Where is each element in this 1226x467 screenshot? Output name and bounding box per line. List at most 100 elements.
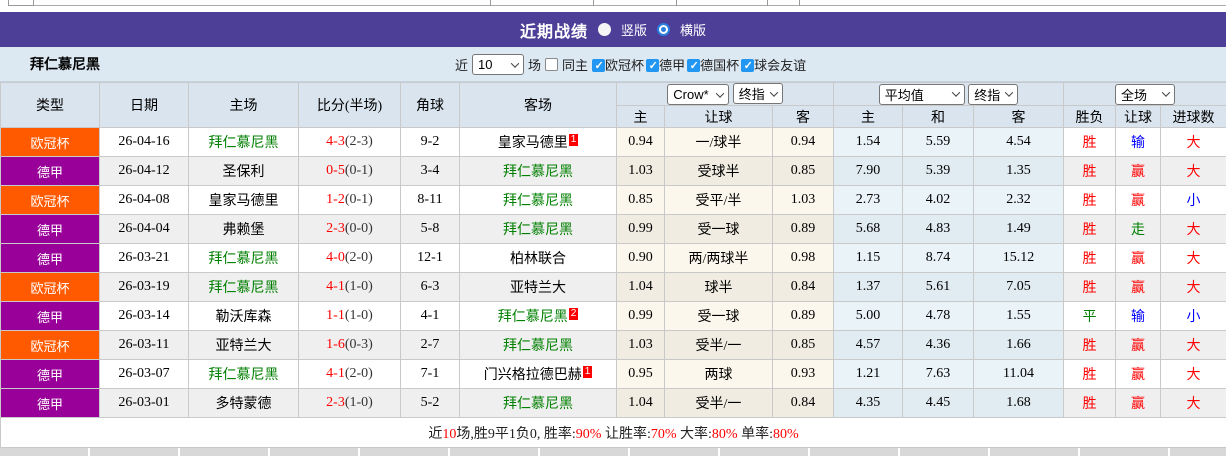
near-label: 近 (455, 58, 469, 73)
avg-source-value: 平均值 (884, 87, 924, 103)
away-team[interactable]: 拜仁慕尼黑 (498, 310, 568, 325)
away-team[interactable]: 拜仁慕尼黑 (503, 165, 573, 180)
match-score: 4-3(2-3) (298, 127, 401, 157)
home-team[interactable]: 勒沃库森 (216, 310, 272, 325)
match-count-value: 10 (478, 57, 493, 72)
odds-stage-select[interactable]: 终指 (732, 83, 783, 104)
home-team[interactable]: 拜仁慕尼黑 (209, 136, 279, 151)
table-row: 德甲 26-03-21 拜仁慕尼黑 4-0(2-0) 12-1 柏林联合 0.90 两/两球半… (0, 243, 1226, 273)
odds-handicap: 受一球 (664, 301, 773, 331)
league-checkbox-2[interactable] (687, 59, 701, 72)
league-badge: 德甲 (0, 359, 100, 389)
league-checkbox-label[interactable]: 欧冠杯 (605, 58, 644, 73)
home-team[interactable]: 多特蒙德 (216, 397, 272, 412)
home-team[interactable]: 亚特兰大 (216, 339, 272, 354)
match-date: 26-03-19 (99, 272, 189, 302)
avg-home: 1.37 (833, 272, 904, 302)
result-scope-select[interactable]: 全场 (1115, 83, 1176, 105)
odds-home: 0.99 (616, 301, 665, 331)
odds-home: 1.03 (616, 330, 665, 360)
away-team[interactable]: 拜仁慕尼黑 (503, 339, 573, 354)
half-score: (2-0) (344, 366, 373, 381)
away-team-cell: 拜仁慕尼黑 (459, 156, 617, 186)
league-badge: 德甲 (0, 388, 100, 418)
match-count-select[interactable]: 10 (472, 54, 525, 75)
col-header-home: 主场 (188, 82, 299, 128)
summary-segment: 80% (711, 426, 738, 442)
away-team[interactable]: 拜仁慕尼黑 (503, 397, 573, 412)
away-team-cell: 拜仁慕尼黑 (459, 388, 617, 418)
result-outcome: 胜 (1063, 127, 1117, 157)
home-team[interactable]: 拜仁慕尼黑 (209, 281, 279, 296)
radio-vertical-layout[interactable] (597, 23, 611, 36)
radio-horizontal-label[interactable]: 横版 (680, 20, 706, 39)
avg-draw: 8.74 (902, 243, 975, 273)
summary-segment: 70% (650, 426, 677, 442)
chevron-down-icon (1161, 88, 1171, 97)
corner-score: 5-8 (400, 214, 460, 244)
away-team[interactable]: 皇家马德里 (498, 136, 568, 151)
league-checkbox-0[interactable] (592, 59, 606, 72)
league-badge: 欧冠杯 (0, 127, 100, 157)
away-team[interactable]: 拜仁慕尼黑 (503, 223, 573, 238)
home-team[interactable]: 拜仁慕尼黑 (209, 252, 279, 267)
radio-horizontal-layout[interactable] (657, 23, 670, 36)
avg-home: 2.73 (833, 185, 904, 215)
table-row: 德甲 26-03-07 拜仁慕尼黑 4-1(2-0) 7-1 门兴格拉德巴赫 1 0.95 两球… (0, 359, 1226, 389)
radio-vertical-label[interactable]: 竖版 (621, 20, 647, 39)
result-goals: 大 (1160, 156, 1226, 186)
avg-draw: 5.61 (902, 272, 975, 302)
result-handicap: 赢 (1115, 243, 1162, 273)
odds-handicap: 受半/一 (664, 388, 773, 418)
corner-score: 5-2 (400, 388, 460, 418)
table-row: 欧冠杯 26-03-11 亚特兰大 1-6(0-3) 2-7 拜仁慕尼黑 1.03 受半/一 0… (0, 330, 1226, 360)
away-team[interactable]: 拜仁慕尼黑 (503, 194, 573, 209)
league-checkbox-3[interactable] (741, 59, 755, 72)
home-team[interactable]: 圣保利 (223, 165, 265, 180)
home-team-cell: 亚特兰大 (188, 330, 299, 360)
away-team[interactable]: 门兴格拉德巴赫 (484, 368, 582, 383)
previous-section-remnant (0, 0, 1226, 12)
col-header-result-goals: 进球数 (1160, 105, 1226, 128)
chevron-down-icon (951, 88, 961, 97)
home-team[interactable]: 弗赖堡 (223, 223, 265, 238)
league-badge: 德甲 (0, 214, 100, 244)
result-handicap: 赢 (1115, 330, 1162, 360)
summary-segment: 近 (428, 426, 443, 442)
half-score: (2-0) (344, 250, 373, 265)
col-header-result-handicap: 让球 (1115, 105, 1162, 128)
avg-source-select[interactable]: 平均值 (878, 83, 965, 105)
away-team[interactable]: 亚特兰大 (510, 281, 566, 296)
avg-away: 1.68 (973, 388, 1065, 418)
avg-stage-select[interactable]: 终指 (968, 83, 1019, 105)
league-checkbox-label[interactable]: 德国杯 (700, 58, 739, 73)
home-team-cell: 弗赖堡 (188, 214, 299, 244)
same-home-checkbox[interactable] (545, 58, 559, 71)
home-team[interactable]: 皇家马德里 (209, 194, 279, 209)
match-score: 4-1(1-0) (298, 272, 401, 302)
avg-home: 1.15 (833, 243, 904, 273)
match-date: 26-04-04 (99, 214, 189, 244)
half-score: (0-1) (344, 163, 373, 178)
odds-away: 0.89 (771, 214, 835, 244)
same-home-label: 同主 (562, 58, 589, 73)
result-handicap: 输 (1115, 301, 1162, 331)
odds-source-value: Crow* (673, 87, 709, 102)
league-checkbox-1[interactable] (646, 59, 660, 72)
league-checkbox-label[interactable]: 德甲 (659, 58, 685, 73)
odds-handicap: 两/两球半 (664, 243, 773, 273)
away-team[interactable]: 柏林联合 (510, 252, 566, 267)
column-tick (676, 0, 677, 6)
summary-segment: 单率: (737, 426, 773, 442)
full-score: 2-3 (326, 221, 345, 236)
odds-source-select[interactable]: Crow* (667, 84, 730, 105)
full-score: 4-0 (326, 250, 345, 265)
odds-handicap: 两球 (664, 359, 773, 389)
league-checkbox-label[interactable]: 球会友谊 (754, 58, 806, 73)
full-score: 4-1 (326, 366, 345, 381)
table-row: 德甲 26-04-12 圣保利 0-5(0-1) 3-4 拜仁慕尼黑 1.03 受球半 0.85… (0, 156, 1226, 186)
table-row: 欧冠杯 26-04-16 拜仁慕尼黑 4-3(2-3) 9-2 皇家马德里 1 0.94 一/球… (0, 127, 1226, 157)
avg-away: 7.05 (973, 272, 1065, 302)
home-team[interactable]: 拜仁慕尼黑 (209, 368, 279, 383)
full-score: 1-1 (326, 308, 345, 323)
